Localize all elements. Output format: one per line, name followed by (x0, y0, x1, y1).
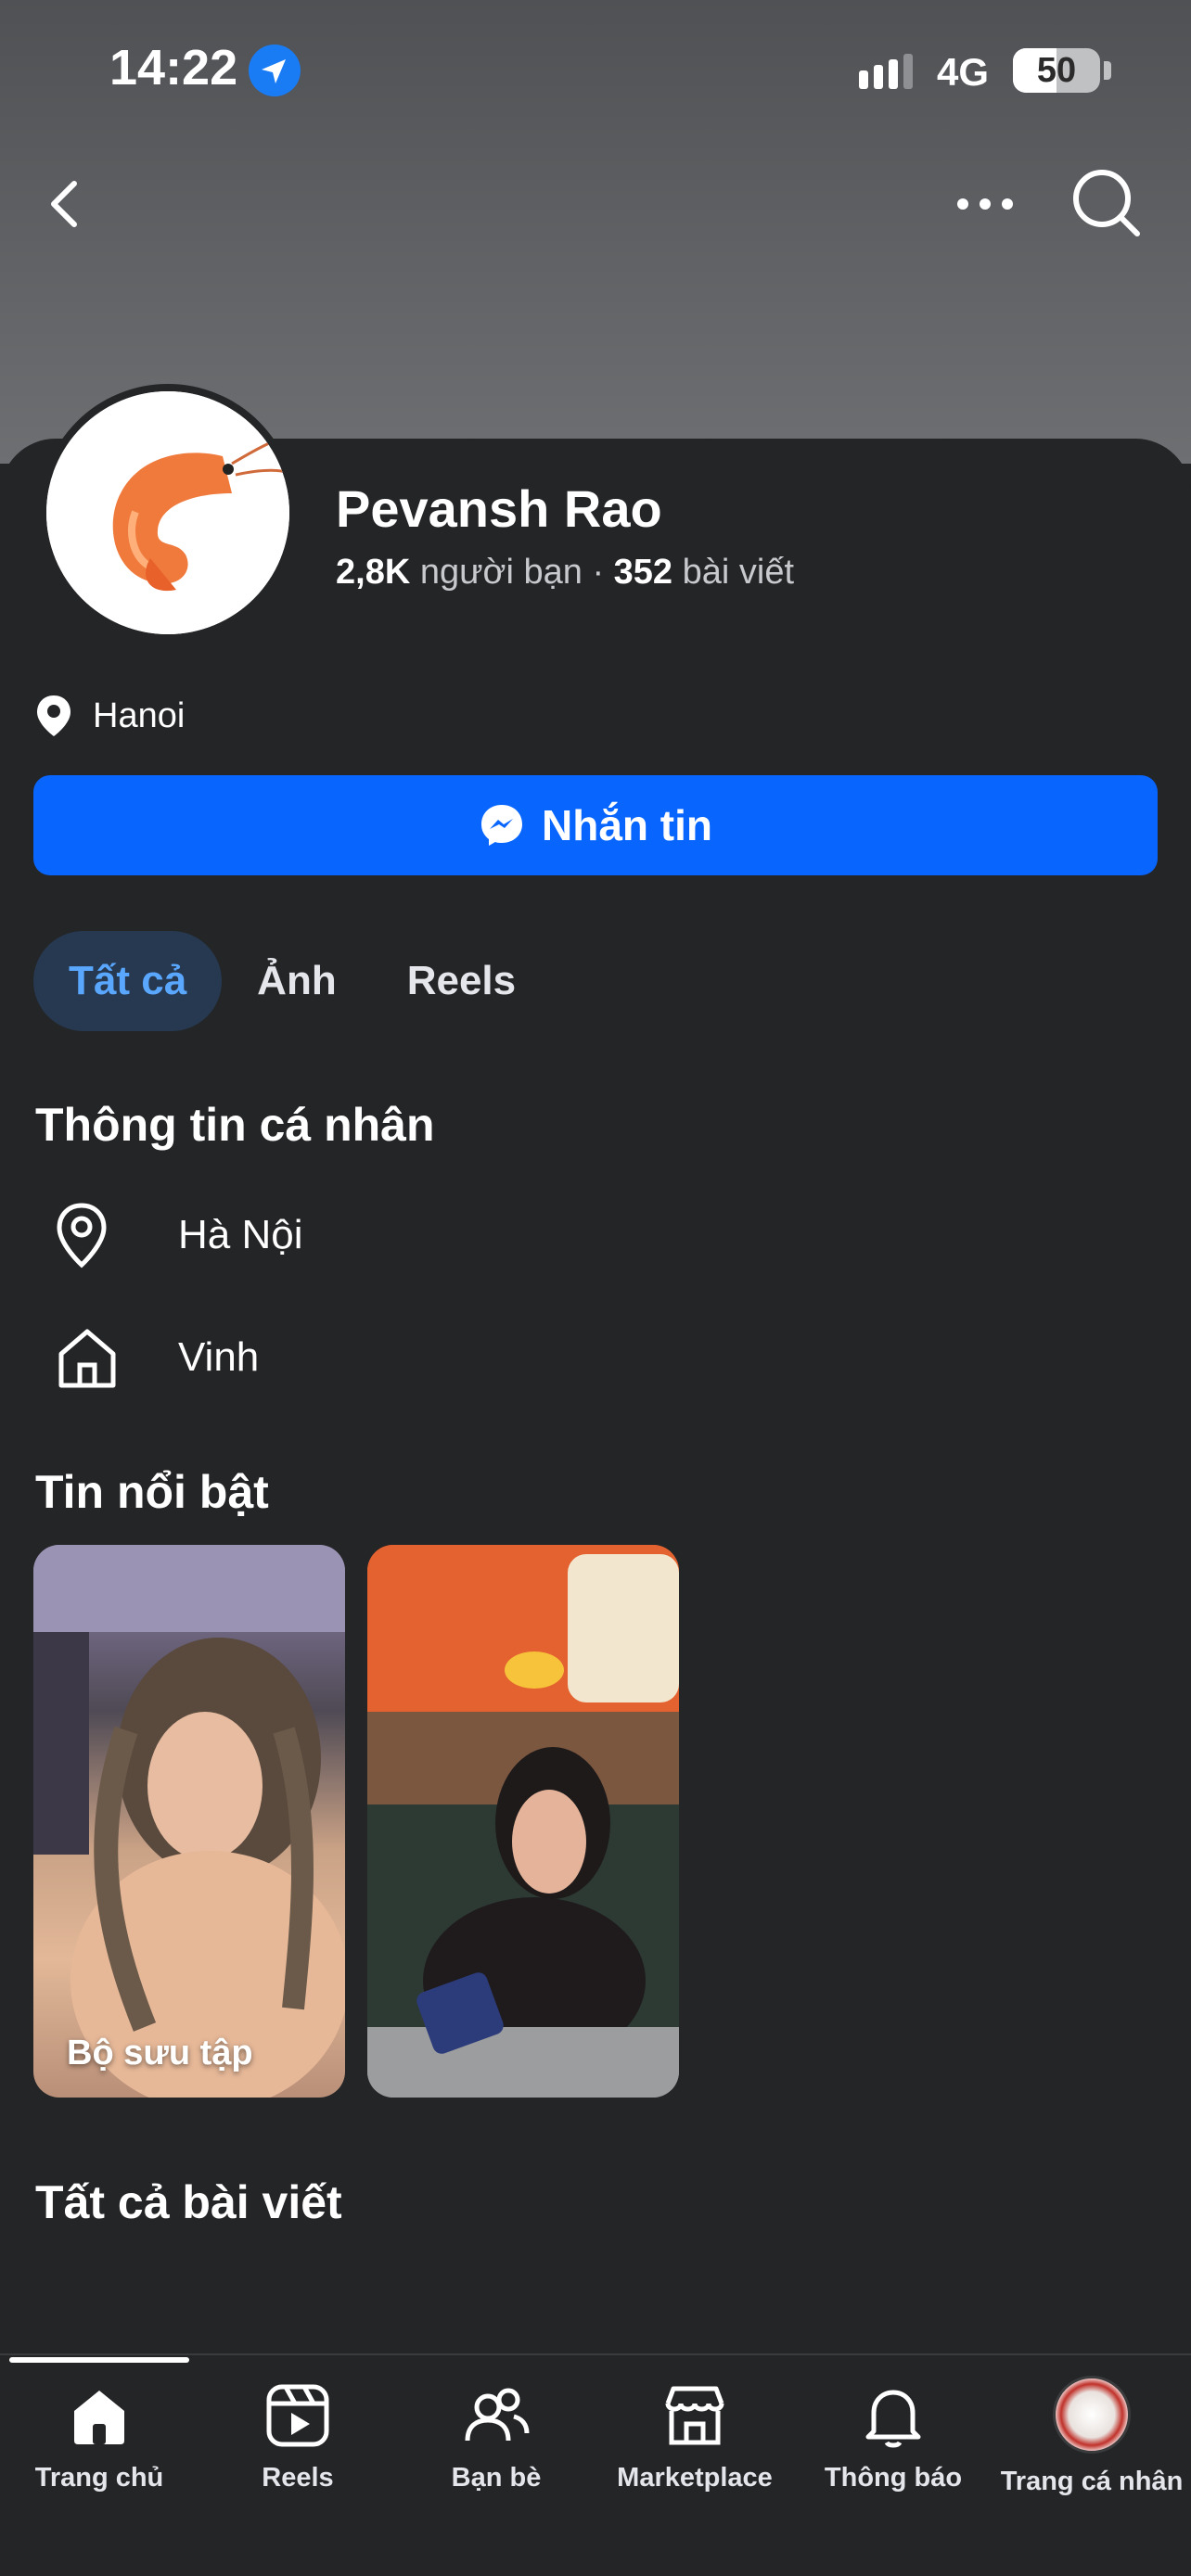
home-icon (58, 1329, 116, 1388)
tab-photos[interactable]: Ảnh (222, 931, 372, 1031)
friends-icon (465, 2388, 530, 2442)
nav-marketplace[interactable]: Marketplace (596, 2374, 794, 2513)
avatar[interactable] (46, 391, 289, 634)
bell-icon (865, 2390, 921, 2448)
messenger-icon (481, 805, 522, 846)
shrimp-avatar (46, 391, 289, 634)
location-arrow-icon (249, 45, 301, 96)
highlight-photo (367, 1545, 679, 2098)
location-pin-icon (37, 695, 70, 736)
battery-percent: 50 (1036, 51, 1077, 90)
network-type: 4G (937, 50, 990, 94)
nav-home-label: Trang chủ (34, 2463, 164, 2493)
nav-profile[interactable]: Trang cá nhân (992, 2374, 1191, 2513)
message-button[interactable]: Nhắn tin (33, 775, 1158, 875)
nav-friends-label: Bạn bè (451, 2463, 542, 2493)
info-row-hometown: Vinh (54, 1320, 259, 1395)
message-button-label: Nhắn tin (542, 801, 712, 849)
highlights-title: Tin nổi bật (35, 1466, 269, 1518)
back-button[interactable] (37, 167, 96, 241)
nav-notifications-label: Thông báo (824, 2463, 963, 2493)
tab-reels[interactable]: Reels (372, 931, 551, 1031)
friends-count: 2,8K (336, 553, 411, 592)
signal-icon (859, 54, 913, 89)
highlight-story-collection[interactable]: Bộ sưu tập (33, 1545, 345, 2098)
location-text: Hanoi (93, 695, 186, 735)
battery-tip (1104, 61, 1111, 80)
reels-icon (266, 2384, 329, 2447)
nav-friends[interactable]: Bạn bè (397, 2374, 596, 2513)
highlight-story-2[interactable] (367, 1545, 679, 2098)
status-bar: 14:22 4G 50 (0, 0, 1191, 139)
chevron-left-icon (51, 181, 77, 227)
location-pin-icon (57, 1203, 107, 1269)
all-posts-title: Tất cả bài viết (35, 2176, 342, 2228)
nav-reels-label: Reels (262, 2463, 334, 2493)
battery-icon: 50 (1013, 48, 1100, 93)
profile-stats: 2,8K người bạn · 352 bài viết (336, 553, 794, 593)
info-current-city: Hà Nội (178, 1212, 303, 1257)
friends-label: người bạn (419, 553, 583, 592)
nav-notifications[interactable]: Thông báo (794, 2374, 992, 2513)
nav-home[interactable]: Trang chủ (0, 2374, 198, 2513)
info-row-current-city: Hà Nội (54, 1198, 303, 1272)
status-time: 14:22 (109, 40, 238, 96)
highlight-label: Bộ sưu tập (67, 2034, 253, 2072)
highlight-photo (33, 1545, 345, 2098)
active-tab-indicator (9, 2357, 189, 2363)
nav-marketplace-label: Marketplace (617, 2463, 773, 2493)
search-icon (1073, 170, 1140, 236)
more-button[interactable] (952, 176, 1018, 232)
posts-label: bài viết (682, 553, 795, 592)
search-button[interactable] (1067, 163, 1145, 241)
marketplace-icon (665, 2386, 724, 2445)
profile-avatar-icon (1053, 2376, 1131, 2454)
profile-tabs: Tất cả Ảnh Reels (33, 931, 551, 1031)
nav-profile-label: Trang cá nhân (1000, 2467, 1184, 2496)
personal-info-title: Thông tin cá nhân (35, 1099, 435, 1151)
info-hometown: Vinh (178, 1334, 260, 1380)
posts-count: 352 (613, 553, 673, 592)
tab-all[interactable]: Tất cả (33, 931, 223, 1031)
profile-name: Pevansh Rao (336, 479, 662, 538)
profile-location: Hanoi (35, 692, 185, 740)
home-icon (74, 2391, 124, 2444)
stats-separator: · (592, 553, 605, 592)
nav-reels[interactable]: Reels (198, 2374, 397, 2513)
more-horizontal-icon (957, 198, 1013, 210)
